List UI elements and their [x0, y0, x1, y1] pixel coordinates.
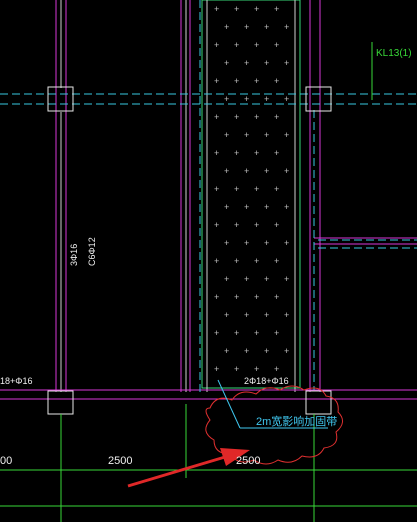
hatch-mark: +: [254, 76, 259, 86]
backfill-note: 2m宽影响加固带: [256, 414, 337, 428]
hatch-mark: +: [234, 364, 239, 374]
hatch-mark: +: [214, 184, 219, 194]
hatch-mark: +: [244, 310, 249, 320]
hatch-mark: +: [274, 112, 279, 122]
hatch-mark: +: [284, 346, 289, 356]
hatch-mark: +: [284, 130, 289, 140]
hatch-mark: +: [274, 256, 279, 266]
beam-label: KL13(1): [376, 48, 412, 59]
hatch-mark: +: [214, 148, 219, 158]
hatch-mark: +: [234, 76, 239, 86]
hatch-mark: +: [214, 328, 219, 338]
hatch-mark: +: [214, 4, 219, 14]
hatch-mark: +: [244, 274, 249, 284]
hatch-mark: +: [224, 130, 229, 140]
hatch-mark: +: [244, 22, 249, 32]
hatch-mark: +: [274, 40, 279, 50]
hatch-mark: +: [284, 166, 289, 176]
hatch-mark: +: [244, 238, 249, 248]
hatch-mark: +: [214, 40, 219, 50]
hatch-mark: +: [244, 166, 249, 176]
hatch-mark: +: [254, 328, 259, 338]
hatch-mark: +: [234, 256, 239, 266]
hatch-mark: +: [264, 22, 269, 32]
hatch-mark: +: [254, 40, 259, 50]
hatch-mark: +: [244, 130, 249, 140]
vertical-rebar-bottom: C6Φ12: [87, 237, 97, 266]
hatch-mark: +: [214, 112, 219, 122]
hatch-mark: +: [274, 364, 279, 374]
hatch-mark: +: [244, 58, 249, 68]
hatch-mark: +: [264, 202, 269, 212]
hatch-mark: +: [234, 4, 239, 14]
hatch-mark: +: [214, 292, 219, 302]
hatch-mark: +: [234, 184, 239, 194]
hatch-mark: +: [224, 22, 229, 32]
hatch-mark: +: [224, 238, 229, 248]
hatch-mark: +: [214, 76, 219, 86]
hatch-mark: +: [284, 94, 289, 104]
hatch-mark: +: [214, 364, 219, 374]
hatch-mark: +: [254, 184, 259, 194]
hatch-mark: +: [274, 148, 279, 158]
hatch-mark: +: [224, 94, 229, 104]
hatch-mark: +: [224, 58, 229, 68]
hatch-mark: +: [274, 328, 279, 338]
dimension-right: 2500: [236, 455, 260, 467]
hatch-mark: +: [264, 166, 269, 176]
dimension-center: 2500: [108, 455, 132, 467]
hatch-mark: +: [284, 22, 289, 32]
hatch-mark: +: [284, 202, 289, 212]
hatch-mark: +: [234, 220, 239, 230]
hatch-mark: +: [224, 346, 229, 356]
left-rebar-label: 18+Φ16: [0, 376, 32, 386]
hatch-mark: +: [224, 274, 229, 284]
hatch-mark: +: [234, 112, 239, 122]
hatch-mark: +: [264, 94, 269, 104]
hatch-mark: +: [264, 130, 269, 140]
vertical-rebar-top: 3Φ16: [69, 244, 79, 266]
hatch-mark: +: [224, 310, 229, 320]
hatch-mark: +: [254, 4, 259, 14]
hatch-mark: +: [244, 346, 249, 356]
hatch-mark: +: [234, 40, 239, 50]
hatch-mark: +: [264, 58, 269, 68]
hatch-mark: +: [264, 274, 269, 284]
hatch-mark: +: [284, 310, 289, 320]
hatch-mark: +: [264, 310, 269, 320]
hatch-mark: +: [284, 238, 289, 248]
hatch-mark: +: [234, 292, 239, 302]
hatch-mark: +: [274, 220, 279, 230]
hatch-mark: +: [284, 58, 289, 68]
hatch-mark: +: [214, 220, 219, 230]
hatch-mark: +: [254, 256, 259, 266]
cad-drawing: + + + + + + + + + + + + + + + + + + + + + + + + + + + + + + + + + + + + + + + +…: [0, 0, 417, 522]
hatch-mark: +: [224, 166, 229, 176]
hatch-mark: +: [264, 346, 269, 356]
dimension-left: 00: [0, 455, 12, 467]
hatch-mark: +: [234, 328, 239, 338]
hatch-mark: +: [214, 256, 219, 266]
hatch-mark: +: [274, 292, 279, 302]
hatch-mark: +: [254, 148, 259, 158]
hatch-mark: +: [224, 202, 229, 212]
hatch-mark: +: [284, 274, 289, 284]
hatch-mark: +: [244, 202, 249, 212]
hatch-mark: +: [254, 292, 259, 302]
center-rebar-label: 2Φ18+Φ16: [244, 376, 289, 386]
hatch-mark: +: [264, 238, 269, 248]
hatch-mark: +: [274, 76, 279, 86]
drawing-background: [0, 0, 417, 522]
hatch-mark: +: [244, 94, 249, 104]
hatch-mark: +: [274, 184, 279, 194]
hatch-mark: +: [274, 4, 279, 14]
hatch-mark: +: [234, 148, 239, 158]
hatch-mark: +: [254, 112, 259, 122]
hatch-mark: +: [254, 364, 259, 374]
hatch-mark: +: [254, 220, 259, 230]
